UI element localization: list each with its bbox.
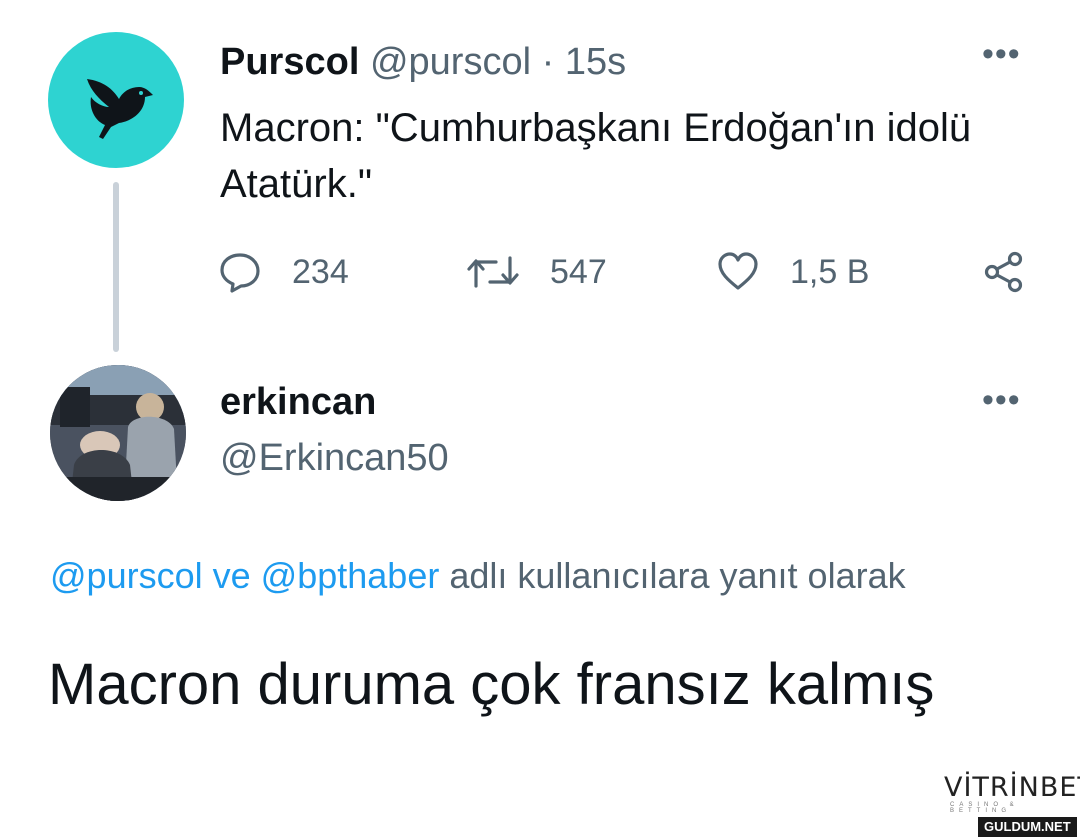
- tweet-text: Macron duruma çok fransız kalmış: [48, 652, 935, 717]
- reply-count: 234: [292, 252, 349, 291]
- more-options-button[interactable]: •••: [982, 383, 1021, 417]
- share-button[interactable]: [982, 246, 1056, 298]
- avatar[interactable]: [50, 365, 186, 501]
- timestamp[interactable]: 15s: [565, 41, 626, 83]
- mention-link[interactable]: @purscol: [50, 555, 203, 596]
- reply-context-label: adlı kullanıcılara yanıt olarak: [449, 555, 906, 596]
- like-count: 1,5 B: [790, 252, 870, 291]
- display-name[interactable]: Purscol: [220, 41, 359, 83]
- avatar[interactable]: [48, 32, 184, 168]
- thread-line: [113, 182, 119, 352]
- bird-logo-icon: [87, 79, 153, 139]
- share-icon: [984, 251, 1023, 293]
- like-button[interactable]: 1,5 B: [716, 246, 869, 298]
- watermark-site: GULDUM.NET: [978, 817, 1077, 837]
- reply-icon: [220, 253, 260, 293]
- display-name[interactable]: erkincan: [220, 380, 376, 424]
- mention-link[interactable]: @bpthaber: [261, 555, 440, 596]
- reply-joiner: ve: [212, 555, 251, 596]
- tweet-text: Macron: "Cumhurbaşkanı Erdoğan'ın idolü …: [220, 106, 972, 206]
- username[interactable]: @Erkincan50: [220, 436, 449, 480]
- more-options-button[interactable]: •••: [982, 37, 1021, 71]
- tweet-actions: 234 547 1,5 B: [218, 246, 1038, 298]
- retweet-icon: [467, 256, 519, 288]
- retweet-button[interactable]: 547: [466, 246, 607, 298]
- username[interactable]: @purscol: [370, 41, 531, 83]
- watermark-tagline: CASINO & BETTING: [950, 802, 1019, 814]
- watermark-brand: VİTRİNBET: [944, 772, 1080, 803]
- reply-context: @purscol ve @bpthaber adlı kullanıcılara…: [50, 554, 906, 598]
- separator: ·: [541, 41, 555, 83]
- reply-button[interactable]: 234: [218, 246, 349, 298]
- tweet-header: Purscol @purscol · 15s: [220, 40, 626, 84]
- heart-icon: [718, 252, 758, 290]
- retweet-count: 547: [550, 252, 607, 291]
- profile-photo: [50, 365, 186, 501]
